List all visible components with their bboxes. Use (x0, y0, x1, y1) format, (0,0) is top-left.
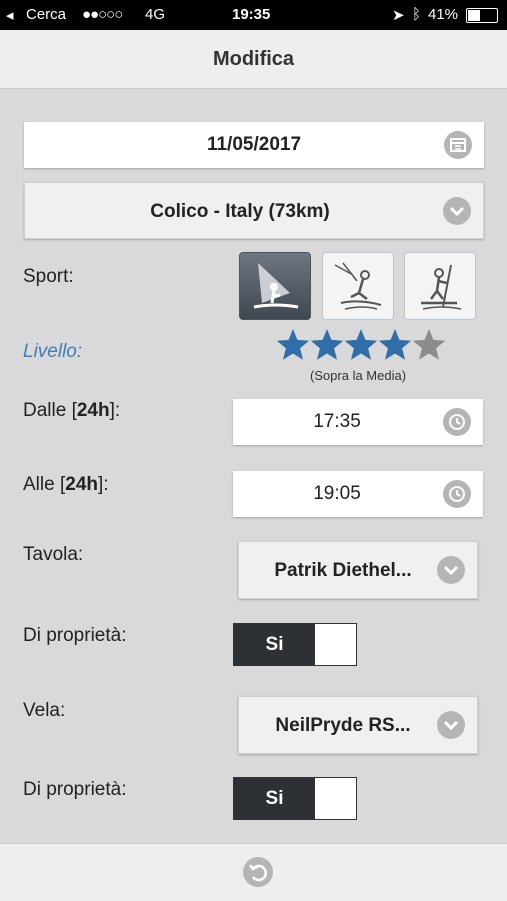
sail-owned-toggle-value: Si (234, 778, 315, 819)
from-time-label-suffix: ]: (109, 400, 121, 421)
board-owned-label: Di proprietà: (23, 625, 127, 646)
board-value: Patrik Diethel... (274, 560, 412, 581)
sport-kitesurf-button[interactable] (322, 252, 394, 320)
sport-sup-button[interactable] (404, 252, 476, 320)
signal-indicator: ●●○○○ (82, 6, 123, 23)
footer-bar (0, 843, 507, 901)
star-empty-icon[interactable] (412, 329, 446, 360)
board-select[interactable]: Patrik Diethel... (238, 541, 478, 599)
star-filled-icon[interactable] (310, 329, 344, 360)
board-label: Tavola: (23, 544, 84, 565)
level-rating[interactable] (276, 327, 448, 363)
location-arrow-icon: ➤ (392, 7, 405, 24)
clock: 19:35 (232, 6, 271, 23)
chevron-down-icon (443, 197, 471, 225)
back-arrow-icon: ◂ (6, 7, 14, 24)
to-time-label: Alle [24h]: (23, 474, 109, 496)
to-time-value: 19:05 (313, 483, 361, 504)
location-select[interactable]: Colico - Italy (73km) (24, 182, 484, 239)
from-time-field[interactable]: 17:35 (233, 399, 483, 445)
to-time-label-prefix: Alle [ (23, 474, 66, 495)
calendar-icon[interactable] (444, 131, 472, 159)
star-filled-icon[interactable] (276, 329, 310, 360)
date-field[interactable]: 11/05/2017 (24, 122, 484, 168)
star-filled-icon[interactable] (378, 329, 412, 360)
clock-icon[interactable] (443, 408, 471, 436)
network-label: 4G (145, 6, 166, 23)
board-owned-toggle-value: Si (234, 624, 315, 665)
bluetooth-icon: ᛒ (412, 6, 422, 23)
from-time-value: 17:35 (313, 411, 361, 432)
level-label: Livello: (23, 341, 83, 362)
kitesurf-icon (334, 262, 382, 310)
undo-icon[interactable] (243, 857, 273, 887)
sail-owned-toggle[interactable]: Si (233, 777, 357, 820)
to-time-field[interactable]: 19:05 (233, 471, 483, 517)
battery-percent: 41% (428, 6, 459, 23)
level-caption: (Sopra la Media) (309, 368, 407, 383)
sport-windsurf-button[interactable] (239, 252, 311, 320)
to-time-label-format: 24h (65, 474, 98, 495)
from-time-label: Dalle [24h]: (23, 400, 120, 422)
clock-icon[interactable] (443, 480, 471, 508)
board-owned-toggle[interactable]: Si (233, 623, 357, 666)
chevron-down-icon (437, 556, 465, 584)
sport-label: Sport: (23, 266, 74, 287)
sail-select[interactable]: NeilPryde RS... (238, 696, 478, 754)
to-time-label-suffix: ]: (98, 474, 109, 495)
sup-icon (421, 264, 462, 310)
sail-label: Vela: (23, 700, 66, 721)
chevron-down-icon (437, 711, 465, 739)
page-title: Modifica (0, 30, 507, 89)
location-value: Colico - Italy (73km) (150, 201, 330, 222)
battery-icon (466, 8, 498, 23)
date-value: 11/05/2017 (206, 134, 302, 155)
windsurf-icon (253, 263, 299, 309)
star-filled-icon[interactable] (344, 329, 378, 360)
from-time-label-format: 24h (76, 400, 110, 421)
from-time-label-prefix: Dalle [ (23, 400, 77, 421)
carrier-label: Cerca (26, 6, 67, 23)
sail-value: NeilPryde RS... (275, 715, 411, 736)
sail-owned-label: Di proprietà: (23, 779, 127, 800)
status-bar: ◂ Cerca ●●○○○ 4G 19:35 ➤ ᛒ 41% (0, 0, 507, 30)
